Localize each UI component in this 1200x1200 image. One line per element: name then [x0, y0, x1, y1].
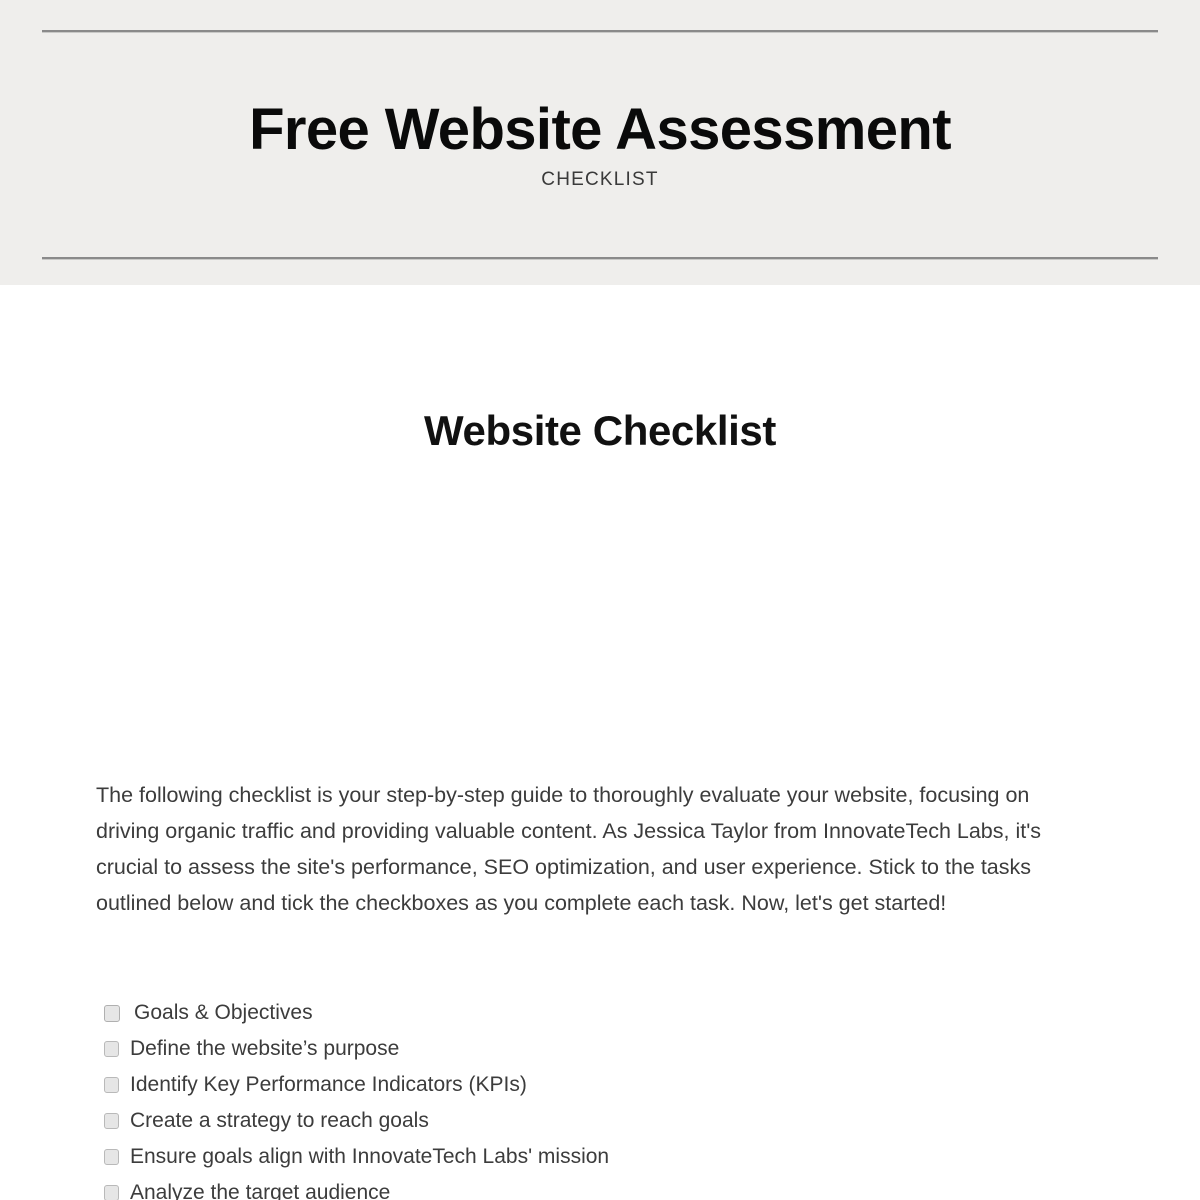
- document-title: Free Website Assessment: [249, 97, 951, 162]
- list-item-label: Define the website’s purpose: [130, 1037, 400, 1060]
- checkbox-icon[interactable]: [104, 1185, 119, 1200]
- document-subtitle: CHECKLIST: [541, 169, 659, 190]
- list-item[interactable]: Ensure goals align with InnovateTech Lab…: [96, 1139, 1104, 1175]
- checkbox-icon[interactable]: [104, 1041, 119, 1057]
- checkbox-icon[interactable]: [104, 1077, 119, 1093]
- list-item-label: Goals & Objectives: [134, 1001, 313, 1024]
- list-item-label: Create a strategy to reach goals: [130, 1109, 429, 1132]
- list-item[interactable]: Create a strategy to reach goals: [96, 1103, 1104, 1139]
- page-title: Website Checklist: [424, 407, 776, 454]
- checkbox-icon[interactable]: [104, 1149, 119, 1165]
- document-body: Website Checklist The following checklis…: [0, 285, 1200, 1200]
- document-header: Free Website Assessment CHECKLIST: [0, 0, 1200, 285]
- checklist-group-goals-objectives: Goals & Objectives Define the website’s …: [96, 995, 1104, 1200]
- list-item-label: Identify Key Performance Indicators (KPI…: [130, 1073, 527, 1096]
- intro-paragraph: The following checklist is your step-by-…: [96, 783, 1042, 915]
- header-bottom-divider: [42, 257, 1158, 260]
- list-item[interactable]: Analyze the target audience: [96, 1175, 1104, 1200]
- list-item[interactable]: Identify Key Performance Indicators (KPI…: [96, 1067, 1104, 1103]
- list-item-label: Ensure goals align with InnovateTech Lab…: [130, 1145, 610, 1168]
- checklist-document-page: Free Website Assessment CHECKLIST Websit…: [0, 0, 1200, 1200]
- checkbox-icon[interactable]: [104, 1004, 120, 1022]
- checkbox-icon[interactable]: [104, 1113, 119, 1129]
- header-top-divider: [42, 30, 1158, 33]
- list-item[interactable]: Define the website’s purpose: [96, 1031, 1104, 1067]
- list-item[interactable]: Goals & Objectives: [96, 995, 1104, 1031]
- list-item-label: Analyze the target audience: [130, 1181, 391, 1200]
